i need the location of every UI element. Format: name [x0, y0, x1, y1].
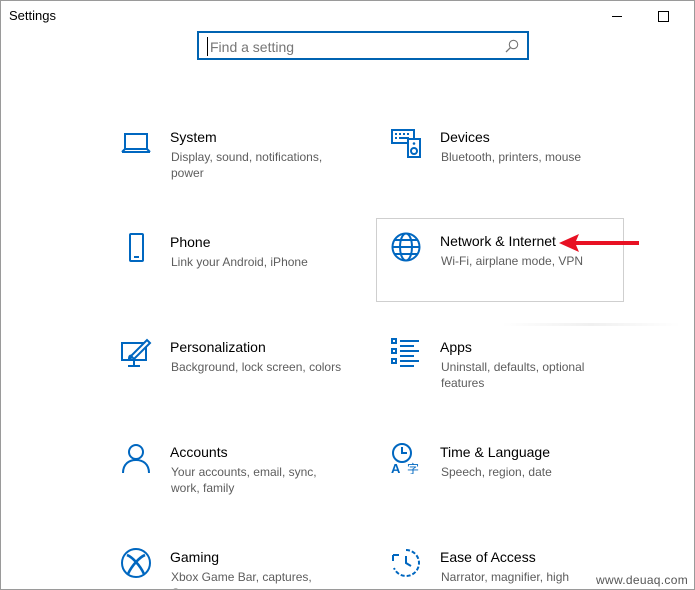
maximize-icon: [657, 10, 669, 22]
tile-system[interactable]: System Display, sound, notifications, po…: [106, 114, 354, 198]
search-input[interactable]: [207, 37, 500, 56]
tile-description: Your accounts, email, sync, work, family: [171, 465, 317, 495]
laptop-icon: [121, 133, 151, 153]
tile-name: Accounts: [170, 444, 228, 460]
window-title: Settings: [9, 8, 56, 23]
red-arrow-annotation: [559, 234, 639, 252]
settings-window: Settings System Display, sound, notifica…: [0, 0, 695, 590]
tile-name: Network & Internet: [440, 233, 556, 249]
tile-name: Devices: [440, 129, 490, 145]
tile-name: Time & Language: [440, 444, 550, 460]
tile-apps[interactable]: Apps Uninstall, defaults, optional featu…: [376, 324, 624, 408]
search-box: [197, 31, 529, 60]
tile-personalization[interactable]: Personalization Background, lock screen,…: [106, 324, 354, 408]
ease-of-access-icon: [392, 549, 420, 577]
tile-devices[interactable]: Devices Bluetooth, printers, mouse: [376, 114, 624, 198]
globe-icon: [391, 232, 421, 262]
keyboard-speaker-icon: [391, 129, 421, 158]
svg-text:字: 字: [407, 461, 419, 474]
maximize-button[interactable]: [640, 1, 686, 31]
title-bar: Settings: [1, 1, 694, 31]
tile-name: Apps: [440, 339, 472, 355]
tile-phone[interactable]: Phone Link your Android, iPhone: [106, 219, 354, 303]
tile-name: Phone: [170, 234, 211, 250]
tile-network-internet[interactable]: Network & Internet Wi-Fi, airplane mode,…: [376, 218, 624, 302]
xbox-icon: [121, 548, 151, 578]
tile-description: Display, sound, notifications, power: [171, 150, 323, 180]
tile-time-language[interactable]: A 字 Time & Language Speech, region, date: [376, 429, 624, 513]
tile-accounts[interactable]: Accounts Your accounts, email, sync, wor…: [106, 429, 354, 513]
clock-language-icon: A 字: [391, 443, 419, 474]
minimize-icon: [612, 15, 622, 17]
tile-description: Uninstall, defaults, optional features: [441, 360, 585, 390]
tile-name: Gaming: [170, 549, 220, 565]
svg-text:A: A: [391, 461, 401, 474]
tile-name: Ease of Access: [440, 549, 536, 565]
apps-list-icon: [391, 338, 419, 367]
tile-description: Bluetooth, printers, mouse: [441, 150, 582, 164]
tile-description: Link your Android, iPhone: [171, 255, 308, 269]
minimize-button[interactable]: [594, 1, 640, 31]
tile-gaming[interactable]: Gaming Xbox Game Bar, captures, Game: [106, 534, 354, 589]
tile-description: Background, lock screen, colors: [171, 360, 342, 374]
phone-icon: [129, 233, 144, 262]
tile-description: Narrator, magnifier, high: [441, 570, 570, 584]
tile-description: Xbox Game Bar, captures, Game: [171, 570, 312, 589]
tile-ease-of-access[interactable]: Ease of Access Narrator, magnifier, high: [376, 534, 624, 589]
tile-description: Wi-Fi, airplane mode, VPN: [441, 254, 584, 268]
watermark: www.deuaq.com: [596, 573, 688, 587]
paint-display-icon: [121, 338, 152, 367]
search-icon[interactable]: [505, 39, 519, 53]
tile-description: Speech, region, date: [441, 465, 552, 479]
tile-name: Personalization: [170, 339, 266, 355]
tile-name: System: [170, 129, 217, 145]
person-icon: [122, 444, 150, 474]
